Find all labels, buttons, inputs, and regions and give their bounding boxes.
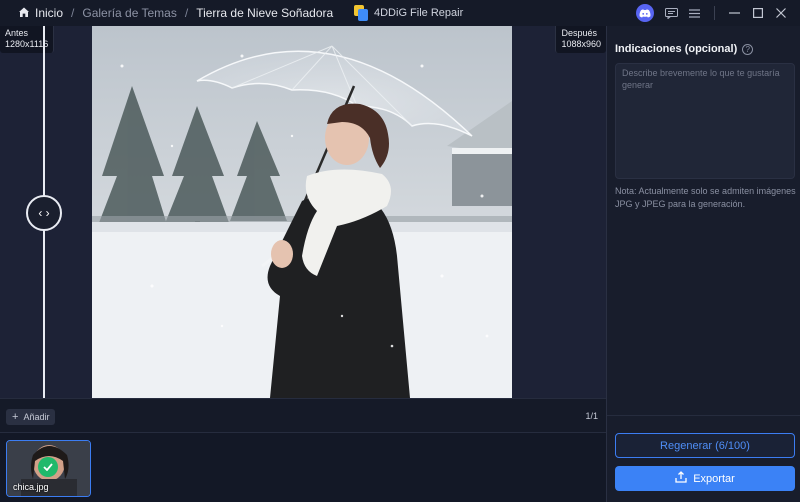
- after-badge: Después 1088x960: [555, 26, 606, 53]
- compare-slider-handle[interactable]: ‹ ›: [26, 195, 62, 231]
- export-button[interactable]: Exportar: [615, 466, 795, 491]
- breadcrumb-separator: /: [71, 6, 75, 20]
- preview-photo: [92, 26, 512, 398]
- add-image-label: Añadir: [23, 412, 50, 422]
- plus-icon: +: [12, 411, 19, 423]
- breadcrumb-gallery[interactable]: Galería de Temas: [82, 6, 177, 20]
- window-controls: [636, 0, 792, 26]
- title-bar: Inicio / Galería de Temas / Tierra de Ni…: [0, 0, 800, 26]
- thumbnail-filename: chica.jpg: [13, 482, 49, 492]
- page-counter: 1/1: [585, 411, 598, 421]
- breadcrumb: Inicio / Galería de Temas / Tierra de Ni…: [18, 0, 333, 26]
- app-logo: [354, 5, 368, 21]
- settings-panel: Indicaciones (opcional) ? Nota: Actualme…: [606, 26, 800, 502]
- home-icon: [18, 6, 35, 21]
- prompt-title: Indicaciones (opcional) ?: [615, 43, 754, 55]
- before-label: Antes: [5, 28, 29, 38]
- thumbnail-strip: chica.jpg: [0, 432, 606, 502]
- discord-icon[interactable]: [636, 4, 654, 22]
- breadcrumb-home[interactable]: Inicio: [18, 6, 63, 21]
- maximize-icon[interactable]: [746, 0, 769, 26]
- panel-divider: [607, 415, 800, 416]
- prompt-input[interactable]: [615, 63, 795, 179]
- controls-divider: [714, 6, 715, 20]
- after-size: 1088x960: [561, 39, 601, 49]
- check-icon: [38, 457, 58, 477]
- breadcrumb-separator: /: [184, 6, 189, 20]
- regenerate-button[interactable]: Regenerar (6/100): [615, 433, 795, 458]
- add-image-button[interactable]: + Añadir: [6, 409, 56, 425]
- app-title-text: 4DDiG File Repair: [374, 7, 464, 19]
- after-label: Después: [561, 28, 597, 38]
- thumbnail-item[interactable]: chica.jpg: [6, 440, 91, 497]
- menu-icon[interactable]: [683, 0, 706, 26]
- help-icon[interactable]: ?: [742, 43, 754, 55]
- breadcrumb-home-label: Inicio: [35, 6, 64, 20]
- feedback-icon[interactable]: [660, 0, 683, 26]
- prompt-title-text: Indicaciones (opcional): [615, 43, 738, 55]
- minimize-icon[interactable]: [723, 0, 746, 26]
- close-icon[interactable]: [769, 0, 792, 26]
- export-label: Exportar: [693, 472, 735, 485]
- compare-canvas: Antes 1280x1116 Después 1088x960 ‹ ›: [0, 26, 606, 398]
- chevron-left-right-icon: ‹ ›: [38, 206, 50, 220]
- before-size: 1280x1116: [5, 39, 49, 49]
- export-icon: [675, 471, 693, 486]
- app-title: 4DDiG File Repair: [354, 0, 463, 26]
- before-badge: Antes 1280x1116: [0, 26, 55, 53]
- format-note: Nota: Actualmente solo se admiten imágen…: [615, 186, 796, 209]
- image-toolbar: + Añadir 1/1: [0, 398, 606, 432]
- breadcrumb-current: Tierra de Nieve Soñadora: [196, 6, 334, 20]
